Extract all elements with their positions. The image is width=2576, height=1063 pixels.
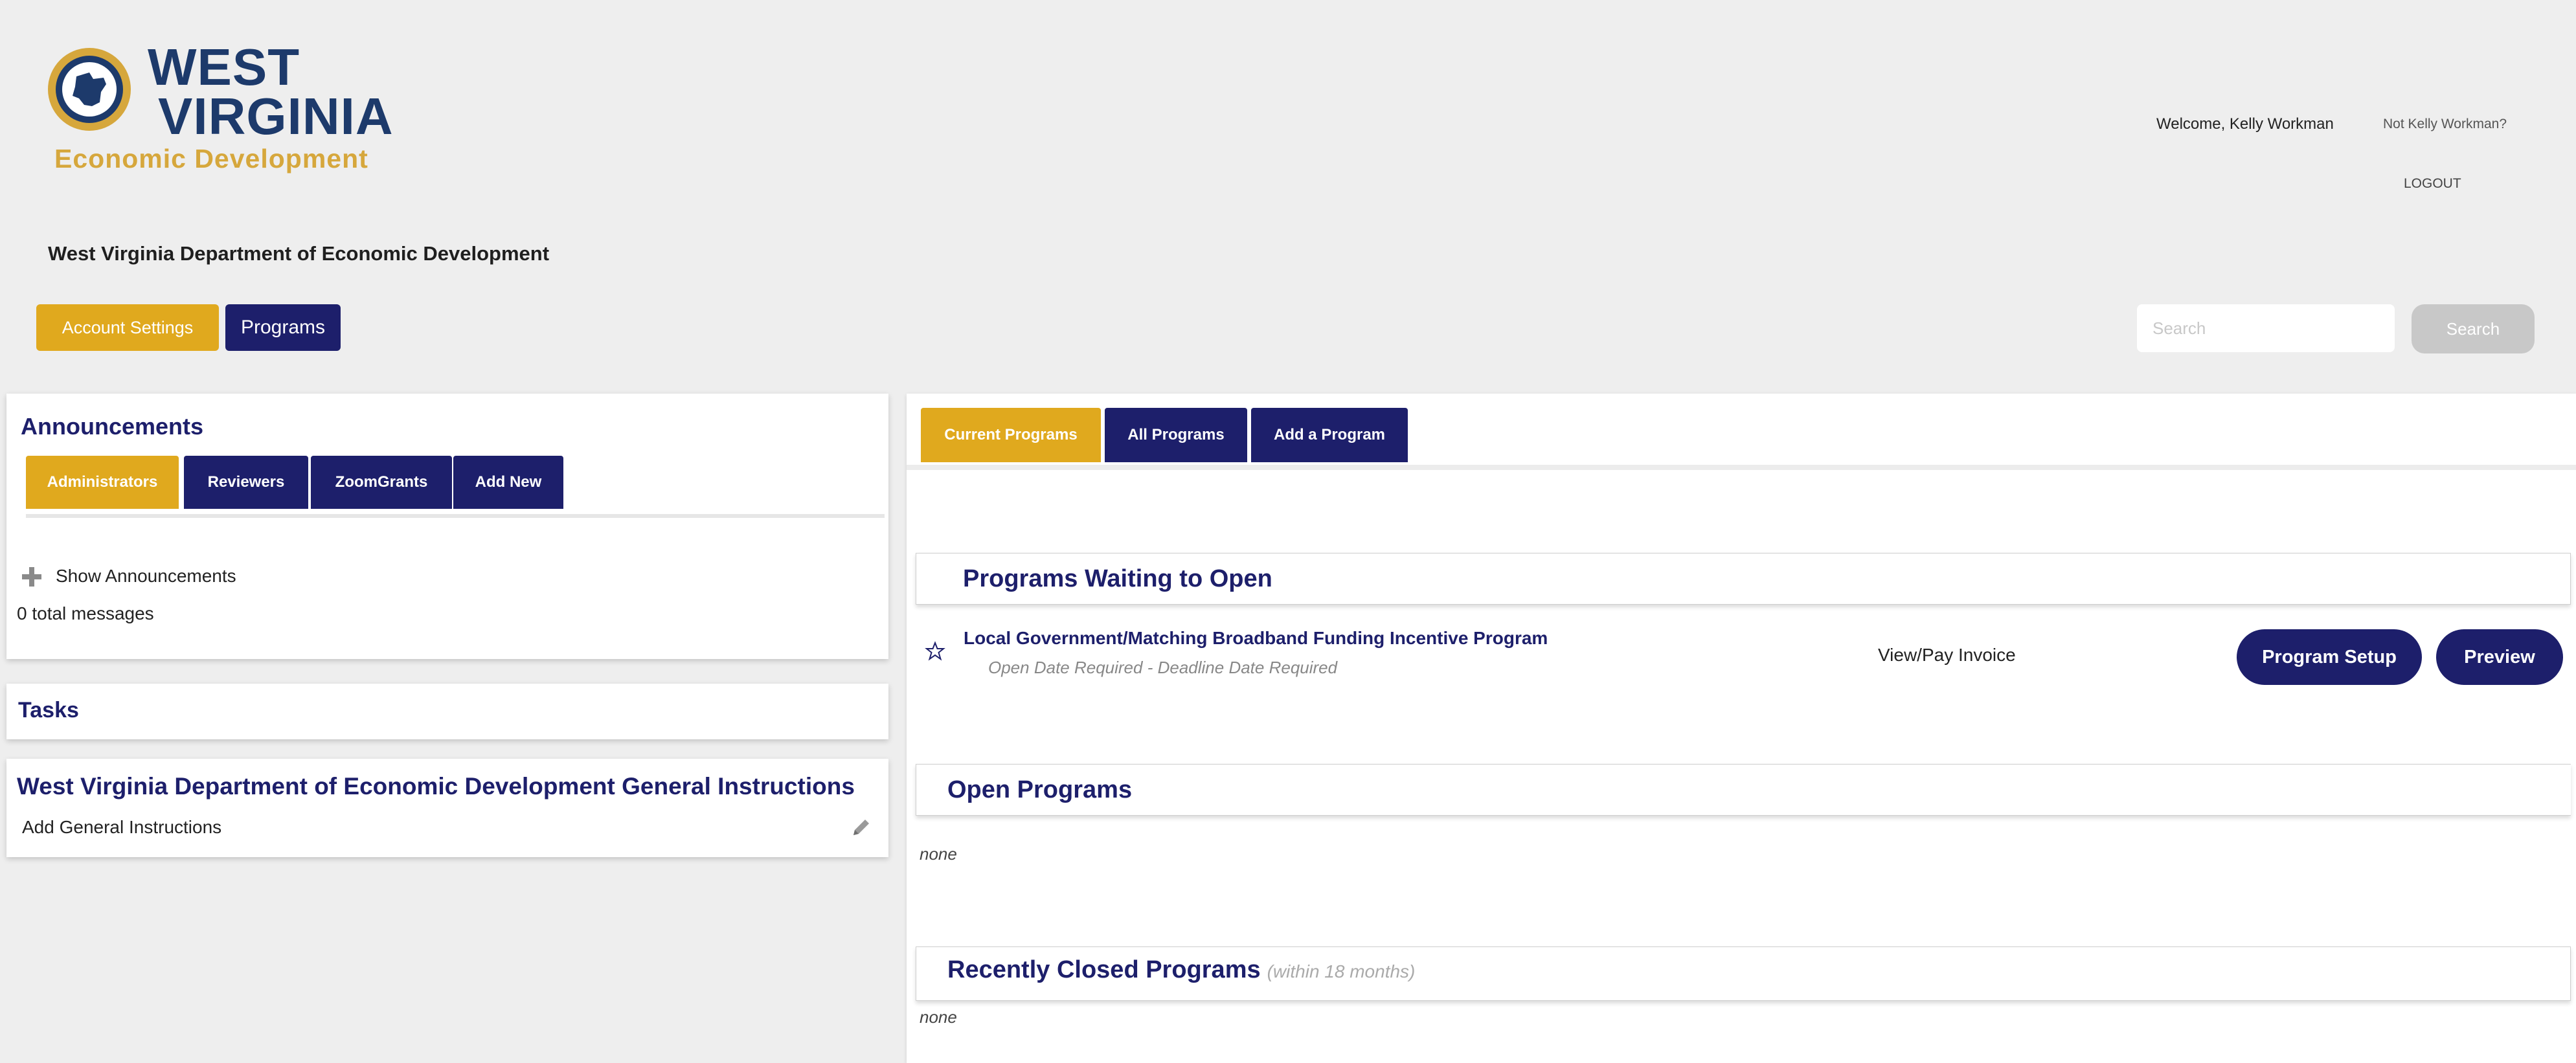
tab-divider <box>26 514 885 518</box>
announcements-title: Announcements <box>21 413 204 440</box>
logo-tagline: Economic Development <box>54 144 368 173</box>
total-messages-count: 0 total messages <box>17 603 154 623</box>
welcome-text: Welcome, Kelly Workman <box>2156 115 2334 133</box>
logo-text-line2: VIRGINIA <box>158 87 394 145</box>
program-dates: Open Date Required - Deadline Date Requi… <box>988 658 1338 677</box>
recently-closed-note: (within 18 months) <box>1267 961 1416 981</box>
tasks-panel: Tasks <box>6 684 888 739</box>
open-programs-empty: none <box>920 844 957 864</box>
programs-panel: Current Programs All Programs Add a Prog… <box>907 394 2576 1063</box>
announcements-panel: Announcements Administrators Reviewers Z… <box>6 394 888 659</box>
organization-name: West Virginia Department of Economic Dev… <box>48 242 550 265</box>
add-general-instructions-link[interactable]: Add General Instructions <box>22 817 221 838</box>
plus-icon[interactable] <box>19 565 44 589</box>
recently-closed-title: Recently Closed Programs (within 18 month… <box>947 956 1415 984</box>
wv-state-icon <box>48 48 131 131</box>
recently-closed-empty: none <box>920 1007 957 1027</box>
tab-administrators[interactable]: Administrators <box>26 456 179 509</box>
pencil-icon[interactable] <box>848 816 873 840</box>
open-programs-title: Open Programs <box>947 776 1133 803</box>
open-programs-header: Open Programs <box>916 764 2571 816</box>
tab-zoomgrants[interactable]: ZoomGrants <box>311 456 452 509</box>
tab-reviewers[interactable]: Reviewers <box>184 456 308 509</box>
account-settings-button[interactable]: Account Settings <box>36 304 219 351</box>
programs-button[interactable]: Programs <box>225 304 341 351</box>
program-name-link[interactable]: Local Government/Matching Broadband Fund… <box>964 628 1548 649</box>
recently-closed-header: Recently Closed Programs (within 18 month… <box>916 946 2571 1001</box>
recently-closed-title-text: Recently Closed Programs <box>947 956 1261 983</box>
search-input[interactable] <box>2137 304 2395 352</box>
general-instructions-title: West Virginia Department of Economic Dev… <box>17 773 855 800</box>
not-user-link[interactable]: Not Kelly Workman? <box>2383 117 2507 132</box>
tasks-title[interactable]: Tasks <box>18 698 79 723</box>
star-icon[interactable] <box>925 641 945 662</box>
tab-add-a-program[interactable]: Add a Program <box>1251 408 1408 462</box>
tab-current-programs[interactable]: Current Programs <box>921 408 1101 462</box>
show-announcements-link[interactable]: Show Announcements <box>56 566 236 587</box>
search-button[interactable]: Search <box>2412 304 2535 353</box>
view-pay-invoice-link[interactable]: View/Pay Invoice <box>1878 645 2016 666</box>
tab-divider <box>907 465 2576 470</box>
tab-all-programs[interactable]: All Programs <box>1105 408 1247 462</box>
logo-text-line1: WEST <box>148 38 300 96</box>
preview-button[interactable]: Preview <box>2436 629 2563 685</box>
programs-waiting-header: Programs Waiting to Open <box>916 553 2571 605</box>
general-instructions-panel: West Virginia Department of Economic Dev… <box>6 759 888 857</box>
tab-add-new[interactable]: Add New <box>453 456 563 509</box>
program-setup-button[interactable]: Program Setup <box>2237 629 2422 685</box>
programs-waiting-title: Programs Waiting to Open <box>963 565 1272 592</box>
logout-link[interactable]: LOGOUT <box>2404 176 2461 192</box>
